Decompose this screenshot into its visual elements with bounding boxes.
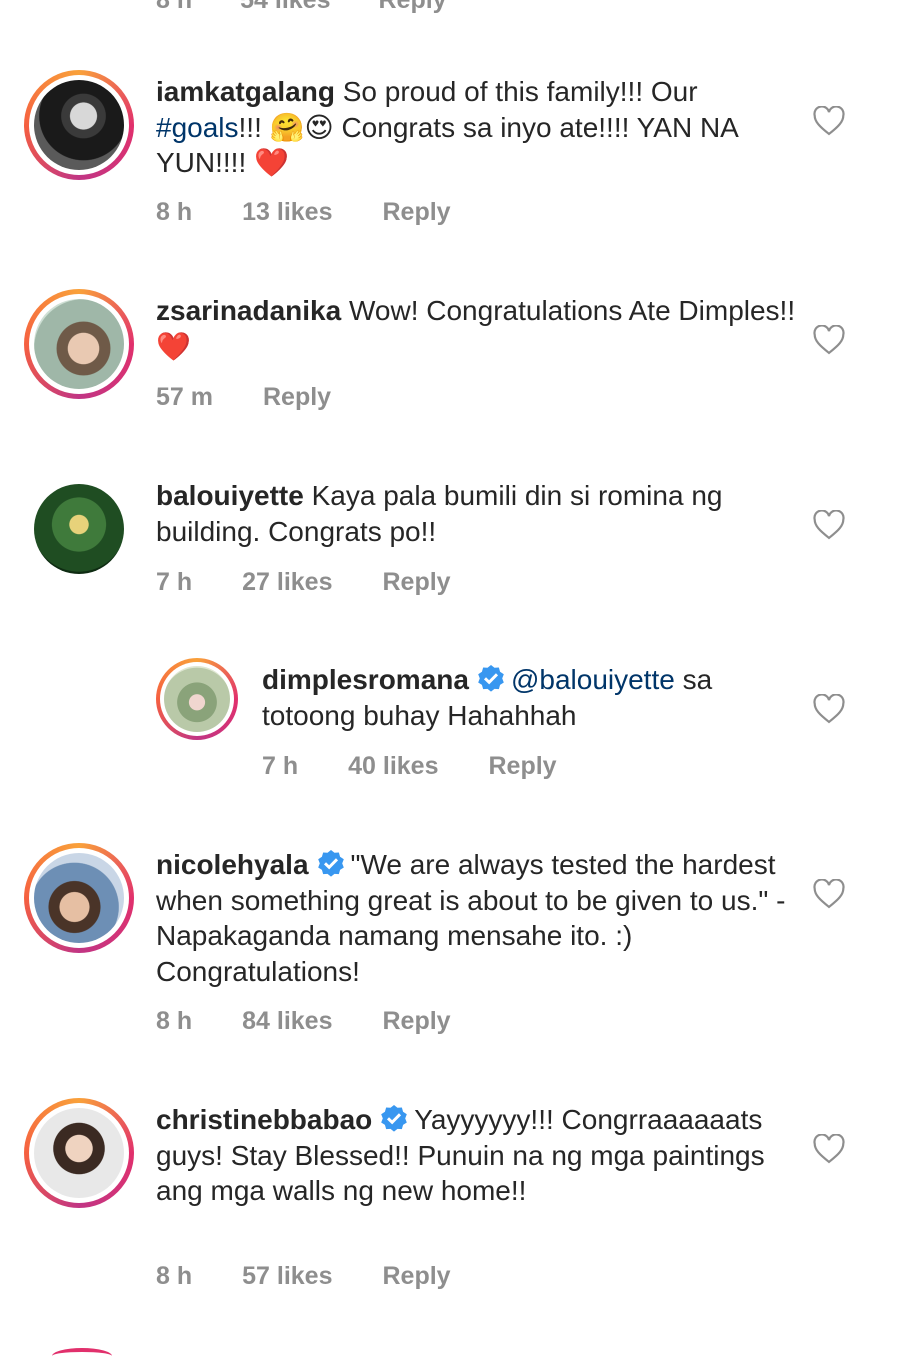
comment-text: dimplesromana @balouiyette sa totoong buh… <box>262 662 802 733</box>
reply-button[interactable]: Reply <box>378 0 446 15</box>
comment-meta: 8 h 84 likes Reply <box>156 1007 501 1036</box>
comment-likes[interactable]: 54 likes <box>240 0 330 15</box>
heart-outline-icon[interactable] <box>812 106 846 136</box>
avatar[interactable] <box>24 70 134 180</box>
username-link[interactable]: dimplesromana <box>262 664 469 695</box>
hashtag-link[interactable]: #goals <box>156 112 239 143</box>
comment-time: 8 h <box>156 198 193 226</box>
heart-outline-icon[interactable] <box>812 325 846 355</box>
avatar-image <box>34 80 124 170</box>
username-link[interactable]: zsarinadanika <box>156 295 341 326</box>
reply-button[interactable]: Reply <box>488 752 556 781</box>
avatar[interactable] <box>24 843 134 953</box>
next-comment-avatar-edge <box>52 1348 112 1364</box>
comment-body: Wow! Congratulations Ate Dimples!! <box>348 295 796 326</box>
avatar[interactable] <box>156 658 238 740</box>
username-link[interactable]: christinebbabao <box>156 1104 372 1135</box>
comment-time: 8 h <box>156 1007 193 1035</box>
comment-text: christinebbabao Yayyyyyy!!! Congrraaaaaat… <box>156 1102 796 1209</box>
comment-meta: 7 h 27 likes Reply <box>156 568 501 597</box>
comment-text: zsarinadanika Wow! Congratulations Ate D… <box>156 293 796 364</box>
previous-comment-meta: 8 h 54 likes Reply <box>156 0 447 15</box>
comment-time: 7 h <box>156 568 193 596</box>
comment-time: 8 h <box>156 0 193 14</box>
username-link[interactable]: iamkatgalang <box>156 76 335 107</box>
comment-likes[interactable]: 84 likes <box>242 1007 332 1036</box>
heart-outline-icon[interactable] <box>812 879 846 909</box>
avatar-image <box>34 484 124 574</box>
comment-likes[interactable]: 57 likes <box>242 1262 332 1291</box>
mention-link[interactable]: @balouiyette <box>511 664 675 695</box>
reply-button[interactable]: Reply <box>263 383 331 412</box>
verified-badge-icon <box>381 1105 408 1132</box>
comment-text: balouiyette Kaya pala bumili din si romi… <box>156 478 796 549</box>
heart-outline-icon[interactable] <box>812 1134 846 1164</box>
avatar-image <box>34 1108 124 1198</box>
reply-button[interactable]: Reply <box>382 568 450 597</box>
avatar-image <box>34 853 124 943</box>
avatar-image <box>34 299 124 389</box>
comment-text: iamkatgalang So proud of this family!!! … <box>156 74 796 181</box>
comment-likes[interactable]: 13 likes <box>242 198 332 227</box>
red-heart-emoji: ❤️ <box>254 147 289 178</box>
avatar-image <box>164 666 230 732</box>
comment-time: 7 h <box>262 752 299 780</box>
comment-text: nicolehyala "We are always tested the har… <box>156 847 796 989</box>
comment-time: 57 m <box>156 383 213 411</box>
comment-meta: 8 h 57 likes Reply <box>156 1262 501 1291</box>
comment-likes[interactable]: 27 likes <box>242 568 332 597</box>
reply-button[interactable]: Reply <box>382 198 450 227</box>
heart-outline-icon[interactable] <box>812 694 846 724</box>
comment-meta: 8 h 13 likes Reply <box>156 198 501 227</box>
username-link[interactable]: nicolehyala <box>156 849 309 880</box>
comment-body: So proud of this family!!! Our <box>342 76 698 107</box>
verified-badge-icon <box>317 850 344 877</box>
reply-button[interactable]: Reply <box>382 1262 450 1291</box>
comment-likes[interactable]: 40 likes <box>348 752 438 781</box>
reply-button[interactable]: Reply <box>382 1007 450 1036</box>
verified-badge-icon <box>478 665 504 692</box>
comment-meta: 7 h 40 likes Reply <box>262 752 607 781</box>
comment-time: 8 h <box>156 1262 193 1290</box>
avatar[interactable] <box>24 289 134 399</box>
avatar[interactable] <box>24 1098 134 1208</box>
username-link[interactable]: balouiyette <box>156 480 304 511</box>
red-heart-emoji: ❤️ <box>156 330 191 362</box>
heart-outline-icon[interactable] <box>812 510 846 540</box>
avatar[interactable] <box>24 474 134 584</box>
comment-meta: 57 m Reply <box>156 383 381 412</box>
comment-body-continued: !!! 🤗😍 Congrats sa inyo ate!!!! YAN NA Y… <box>156 111 738 179</box>
